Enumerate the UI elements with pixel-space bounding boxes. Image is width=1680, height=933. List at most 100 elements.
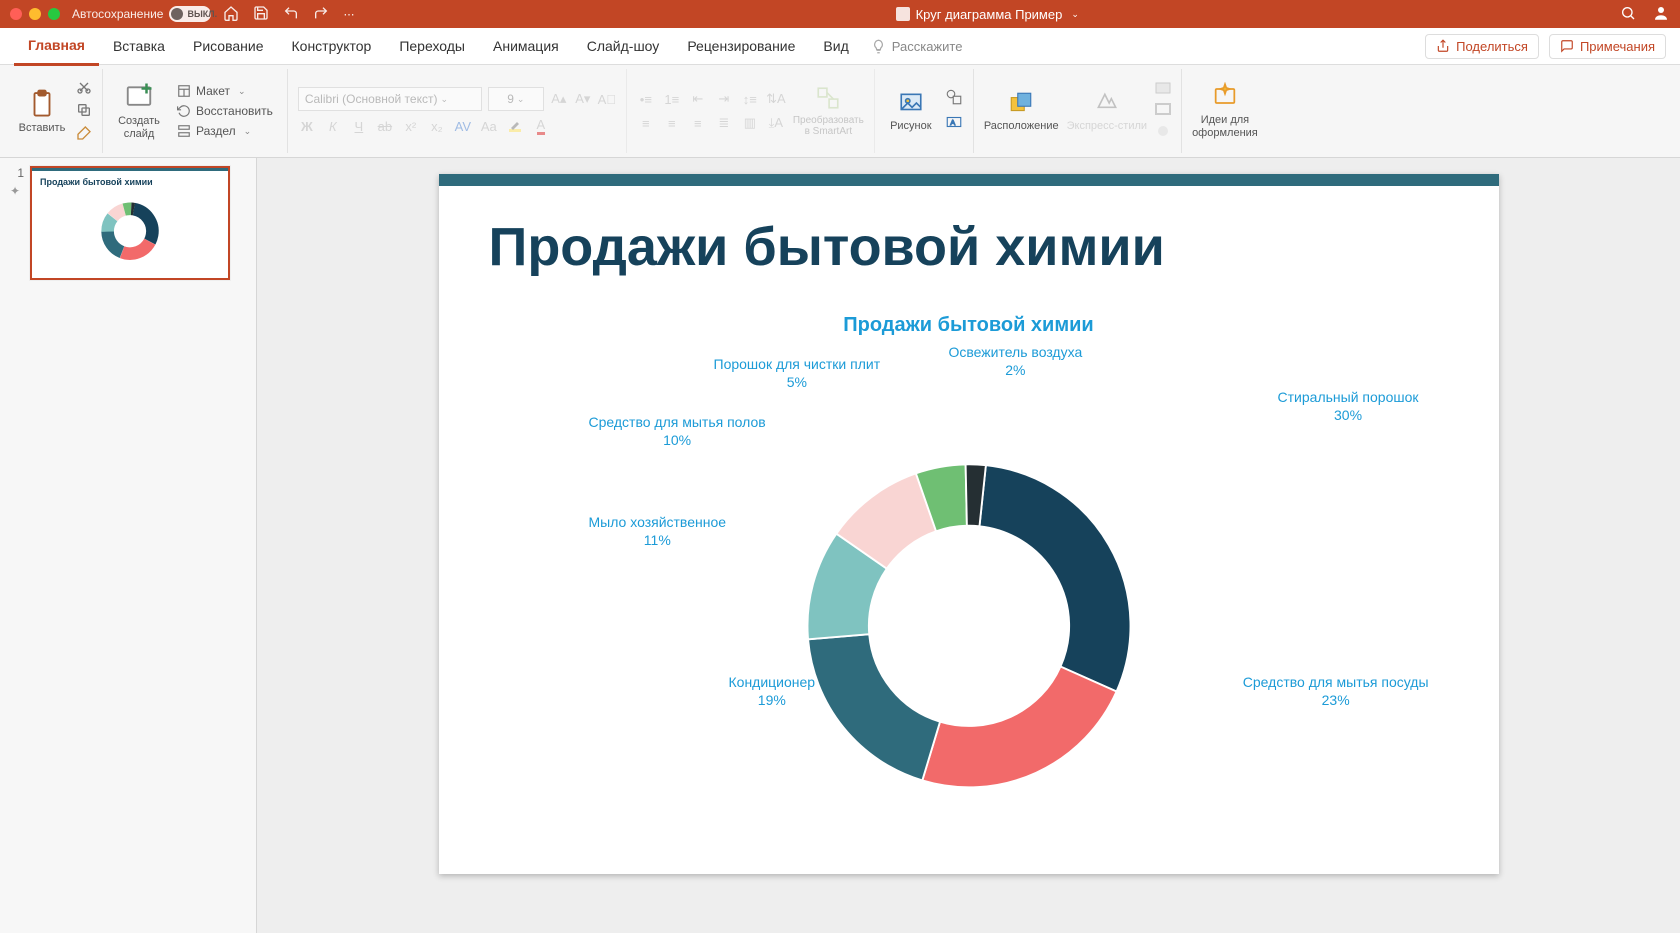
strike-icon[interactable]: ab <box>376 117 394 135</box>
shape-outline-icon[interactable] <box>1155 103 1171 120</box>
donut-chart <box>779 435 1159 815</box>
qat-customize-icon[interactable]: ⋯ <box>343 8 354 21</box>
bullets-icon[interactable]: •≡ <box>637 90 655 108</box>
bold-icon[interactable]: Ж <box>298 117 316 135</box>
group-design-ideas: Идеи для оформления <box>1182 69 1268 153</box>
zoom-window-button[interactable] <box>48 8 60 20</box>
format-painter-icon[interactable] <box>76 125 92 144</box>
reset-icon <box>177 104 191 118</box>
layout-button[interactable]: Макет⌄ <box>173 83 277 99</box>
decrease-indent-icon[interactable]: ⇤ <box>689 90 707 108</box>
tab-view[interactable]: Вид <box>809 28 862 64</box>
group-slides: Создать слайд Макет⌄ Восстановить Раздел… <box>103 69 288 153</box>
design-ideas-button[interactable]: Идеи для оформления <box>1192 82 1258 139</box>
data-label-5: Порошок для чистки плит5% <box>714 356 881 391</box>
convert-smartart-button[interactable]: Преобразовать в SmartArt <box>793 85 864 138</box>
home-icon[interactable] <box>223 5 239 24</box>
smartart-icon <box>814 85 842 111</box>
slide-canvas-area[interactable]: Продажи бытовой химии Продажи бытовой хи… <box>257 158 1680 933</box>
group-clipboard: Вставить <box>6 69 103 153</box>
slide-title[interactable]: Продажи бытовой химии <box>489 216 1449 278</box>
tab-slideshow[interactable]: Слайд-шоу <box>573 28 674 64</box>
quick-styles-button[interactable]: Экспресс-стили <box>1067 90 1147 133</box>
powerpoint-icon <box>896 7 910 21</box>
slide-accent-bar <box>439 174 1499 186</box>
subscript-icon[interactable]: x₂ <box>428 117 446 135</box>
account-icon[interactable] <box>1652 4 1670 25</box>
align-left-icon[interactable]: ≡ <box>637 114 655 132</box>
shape-fill-icon[interactable] <box>1155 82 1171 99</box>
increase-font-icon[interactable]: A▴ <box>550 90 568 108</box>
quick-styles-icon <box>1092 90 1122 116</box>
tab-transitions[interactable]: Переходы <box>385 28 479 64</box>
share-icon <box>1436 39 1450 53</box>
autosave-toggle[interactable]: Автосохранение ВЫКЛ. <box>72 6 211 22</box>
tab-draw[interactable]: Рисование <box>179 28 278 64</box>
line-spacing-icon[interactable]: ↕≡ <box>741 90 759 108</box>
tab-review[interactable]: Рецензирование <box>673 28 809 64</box>
title-bar: Автосохранение ВЫКЛ. ⋯ Круг диаграмма Пр… <box>0 0 1680 28</box>
paste-button[interactable]: Вставить <box>16 88 68 135</box>
align-right-icon[interactable]: ≡ <box>689 114 707 132</box>
chart-object[interactable]: Продажи бытовой химии Стиральный порошок… <box>439 304 1499 874</box>
change-case-icon[interactable]: Aa <box>480 117 498 135</box>
slide-thumbnail-1[interactable]: Продажи бытовой химии <box>30 166 230 280</box>
slide-1[interactable]: Продажи бытовой химии Продажи бытовой хи… <box>439 174 1499 874</box>
data-label-4: Средство для мытья полов10% <box>589 414 766 449</box>
font-color-icon[interactable]: A <box>532 117 550 135</box>
tab-home[interactable]: Главная <box>14 27 99 66</box>
group-font: Calibri (Основной текст)⌄ 9⌄ A▴ A▾ A⃠ Ж … <box>288 69 627 153</box>
italic-icon[interactable]: К <box>324 117 342 135</box>
justify-icon[interactable]: ≣ <box>715 114 733 132</box>
arrange-button[interactable]: Расположение <box>984 90 1059 133</box>
align-center-icon[interactable]: ≡ <box>663 114 681 132</box>
share-button[interactable]: Поделиться <box>1425 34 1539 59</box>
superscript-icon[interactable]: x² <box>402 117 420 135</box>
text-box-icon[interactable]: A <box>945 113 963 134</box>
section-button[interactable]: Раздел⌄ <box>173 123 277 139</box>
text-direction-icon[interactable]: ⇅A <box>767 90 785 108</box>
align-text-icon[interactable]: ⤓A <box>767 114 785 132</box>
data-label-0: Стиральный порошок30% <box>1278 389 1419 424</box>
data-label-3: Мыло хозяйственное11% <box>589 514 727 549</box>
font-name-combo[interactable]: Calibri (Основной текст)⌄ <box>298 87 482 111</box>
group-paragraph: •≡ 1≡ ⇤ ⇥ ↕≡ ⇅A ≡ ≡ ≡ ≣ ▥ ⤓A Преобразова… <box>627 69 875 153</box>
shape-effects-icon[interactable] <box>1155 124 1171 141</box>
comments-button[interactable]: Примечания <box>1549 34 1666 59</box>
document-title: Круг диаграмма Пример ⌄ <box>366 7 1608 22</box>
redo-icon[interactable] <box>313 5 329 24</box>
picture-icon <box>896 90 926 116</box>
data-label-1: Средство для мытья посуды23% <box>1243 674 1429 709</box>
new-slide-button[interactable]: Создать слайд <box>113 81 165 140</box>
lightbulb-icon <box>871 39 886 54</box>
decrease-font-icon[interactable]: A▾ <box>574 90 592 108</box>
tab-animations[interactable]: Анимация <box>479 28 573 64</box>
reset-button[interactable]: Восстановить <box>173 103 277 119</box>
tell-me-search[interactable]: Расскажите <box>871 39 963 54</box>
font-size-combo[interactable]: 9⌄ <box>488 87 544 111</box>
search-icon[interactable] <box>1620 5 1636 24</box>
autosave-switch[interactable]: ВЫКЛ. <box>169 6 211 22</box>
quick-access-toolbar: ⋯ <box>223 5 354 24</box>
tab-insert[interactable]: Вставка <box>99 28 179 64</box>
clear-format-icon[interactable]: A⃠ <box>598 90 616 108</box>
close-window-button[interactable] <box>10 8 22 20</box>
minimize-window-button[interactable] <box>29 8 41 20</box>
numbering-icon[interactable]: 1≡ <box>663 90 681 108</box>
save-icon[interactable] <box>253 5 269 24</box>
increase-indent-icon[interactable]: ⇥ <box>715 90 733 108</box>
cut-icon[interactable] <box>76 79 92 98</box>
highlight-icon[interactable] <box>506 117 524 135</box>
group-arrange-styles: Расположение Экспресс-стили <box>974 69 1182 153</box>
shapes-icon[interactable] <box>945 88 963 109</box>
new-slide-icon <box>124 81 154 111</box>
undo-icon[interactable] <box>283 5 299 24</box>
tab-design[interactable]: Конструктор <box>278 28 386 64</box>
chevron-down-icon[interactable]: ⌄ <box>1071 9 1079 20</box>
text-effects-icon[interactable]: AV <box>454 117 472 135</box>
columns-icon[interactable]: ▥ <box>741 114 759 132</box>
picture-button[interactable]: Рисунок <box>885 90 937 133</box>
underline-icon[interactable]: Ч <box>350 117 368 135</box>
thumbnail-chart-icon <box>95 197 165 267</box>
copy-icon[interactable] <box>76 102 92 121</box>
